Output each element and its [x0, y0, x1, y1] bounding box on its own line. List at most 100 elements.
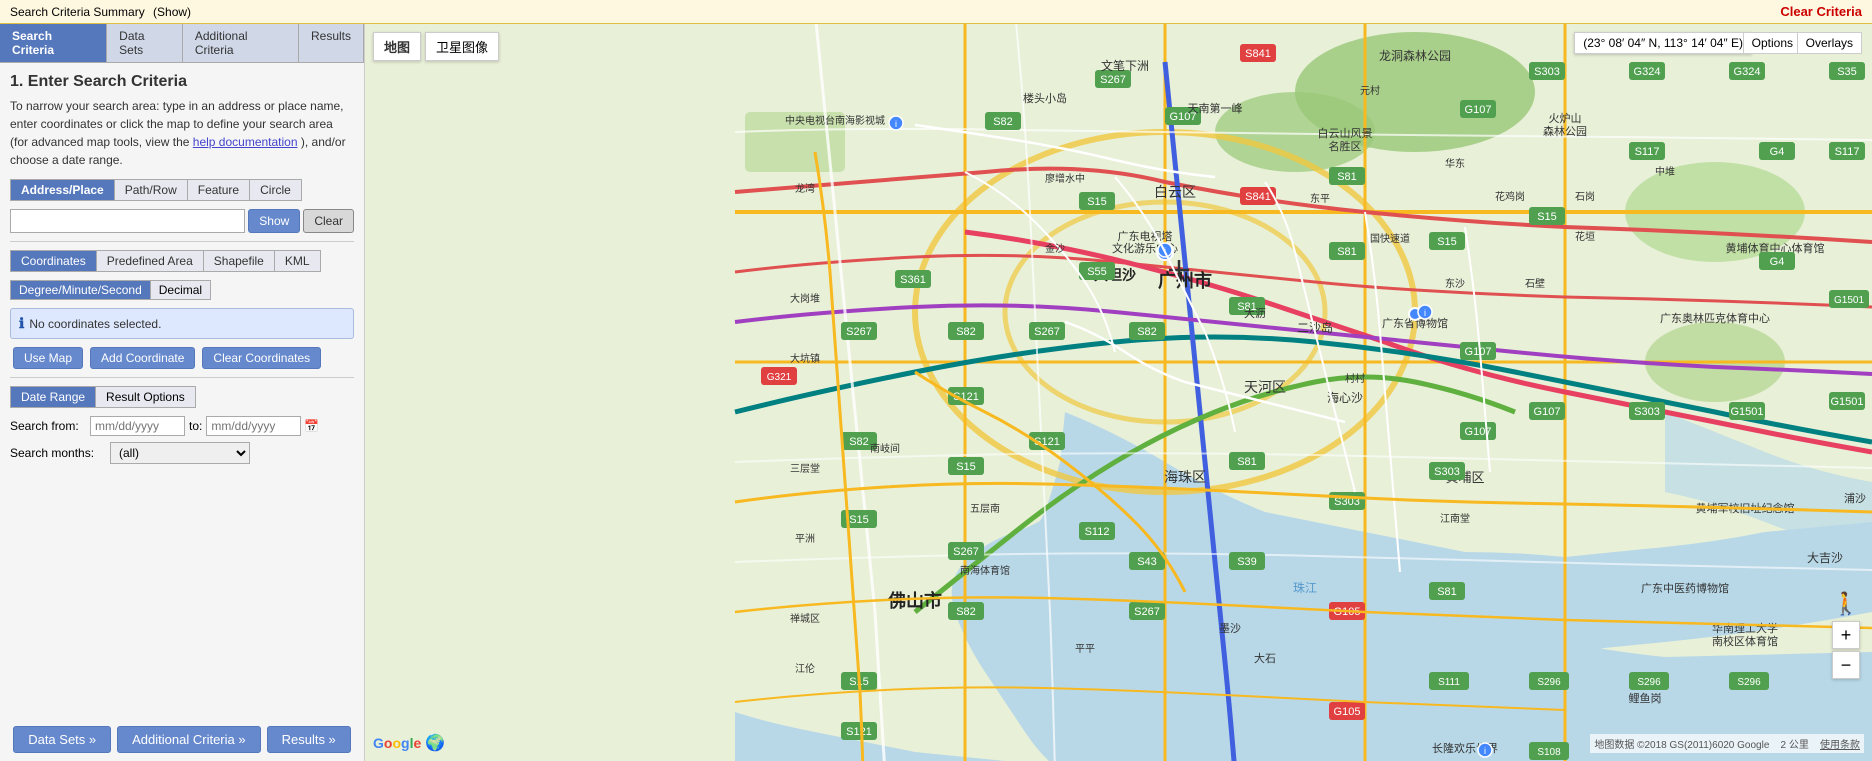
search-months-row: Search months: (all) January February Ma… [10, 442, 354, 464]
svg-text:森林公园: 森林公园 [1543, 124, 1587, 138]
tab-kml[interactable]: KML [274, 250, 321, 272]
svg-text:G321: G321 [767, 372, 792, 383]
no-coords-box: ℹ No coordinates selected. [10, 308, 354, 339]
date-to-input[interactable] [206, 416, 301, 436]
date-from-input[interactable] [90, 416, 185, 436]
map-type-map-btn[interactable]: 地图 [373, 32, 421, 61]
map-options-btn[interactable]: Options [1743, 32, 1802, 54]
svg-text:S15: S15 [1537, 211, 1557, 223]
svg-text:名胜区: 名胜区 [1329, 139, 1362, 153]
add-coordinate-button[interactable]: Add Coordinate [90, 347, 195, 369]
coord-tabs: Coordinates Predefined Area Shapefile KM… [10, 250, 354, 272]
main-layout: Search Criteria Data Sets Additional Cri… [0, 24, 1872, 761]
tab-additional-criteria[interactable]: Additional Criteria [183, 24, 299, 62]
search-months-select[interactable]: (all) January February March April May J… [110, 442, 250, 464]
svg-text:花垣: 花垣 [1575, 230, 1595, 243]
svg-text:文笔下洲: 文笔下洲 [1101, 58, 1149, 73]
tab-result-options[interactable]: Result Options [95, 386, 196, 408]
summary-show-link[interactable]: (Show) [153, 5, 191, 19]
svg-text:G107: G107 [1534, 406, 1561, 418]
svg-text:墨沙: 墨沙 [1219, 622, 1241, 635]
svg-text:S43: S43 [1137, 556, 1157, 568]
tab-degree-minute-second[interactable]: Degree/Minute/Second [10, 280, 150, 300]
use-terms-link[interactable]: 使用条款 [1820, 740, 1860, 751]
svg-text:G1501: G1501 [1730, 406, 1763, 418]
bottom-nav: Data Sets » Additional Criteria » Result… [0, 718, 364, 761]
tab-feature[interactable]: Feature [187, 179, 249, 201]
calendar-icon[interactable]: 📅 [304, 419, 319, 433]
svg-text:S15: S15 [849, 514, 869, 526]
svg-text:南校区体育馆: 南校区体育馆 [1712, 634, 1778, 648]
svg-text:S108: S108 [1537, 747, 1561, 758]
svg-text:S112: S112 [1085, 526, 1110, 538]
left-panel: Search Criteria Data Sets Additional Cri… [0, 24, 365, 761]
clear-criteria-btn[interactable]: Clear Criteria [1780, 4, 1862, 19]
search-from-label: Search from: [10, 419, 90, 433]
tab-address-place[interactable]: Address/Place [10, 179, 114, 201]
svg-text:G107: G107 [1465, 346, 1492, 358]
svg-text:广东奥林匹克体育中心: 广东奥林匹克体育中心 [1660, 311, 1770, 325]
address-input[interactable] [10, 209, 245, 233]
svg-text:广州市: 广州市 [1158, 270, 1212, 291]
tab-shapefile[interactable]: Shapefile [203, 250, 274, 272]
svg-text:S15: S15 [1087, 196, 1107, 208]
svg-text:G4: G4 [1770, 146, 1785, 158]
divider-1 [10, 241, 354, 242]
svg-text:S296: S296 [1637, 677, 1661, 688]
svg-text:S117: S117 [1635, 146, 1660, 158]
additional-criteria-nav-btn[interactable]: Additional Criteria » [117, 726, 260, 753]
svg-text:i: i [895, 119, 897, 129]
date-section: Date Range Result Options Search from: t… [10, 386, 354, 464]
svg-text:南海体育馆: 南海体育馆 [960, 564, 1010, 577]
address-input-row: Show Clear [10, 209, 354, 233]
help-link[interactable]: help documentation [193, 135, 298, 149]
zoom-out-btn[interactable]: − [1832, 651, 1860, 679]
map-area[interactable]: S841 S841 S361 S82 S267 G107 G107 G107 G… [365, 24, 1872, 761]
tab-coordinates[interactable]: Coordinates [10, 250, 96, 272]
top-tabs: Search Criteria Data Sets Additional Cri… [0, 24, 364, 63]
tab-search-criteria[interactable]: Search Criteria [0, 24, 107, 62]
svg-text:S121: S121 [846, 726, 872, 738]
svg-text:楼头小岛: 楼头小岛 [1023, 91, 1067, 105]
map-type-controls: 地图 卫星图像 [373, 32, 499, 61]
svg-text:S82: S82 [1137, 326, 1157, 338]
map-attribution: 地图数据 ©2018 GS(2011)6020 Google 2 公里 使用条款 [1590, 734, 1864, 753]
svg-text:S81: S81 [1437, 586, 1457, 598]
show-button[interactable]: Show [248, 209, 300, 233]
map-type-satellite-btn[interactable]: 卫星图像 [425, 32, 499, 61]
results-nav-btn[interactable]: Results » [267, 726, 351, 753]
tab-results[interactable]: Results [299, 24, 364, 62]
tab-data-sets[interactable]: Data Sets [107, 24, 183, 62]
svg-text:广东电视塔: 广东电视塔 [1118, 229, 1173, 243]
svg-text:i: i [1484, 746, 1486, 756]
svg-text:浦沙: 浦沙 [1844, 492, 1866, 505]
clear-coordinates-button[interactable]: Clear Coordinates [202, 347, 321, 369]
map-overlays-btn[interactable]: Overlays [1797, 32, 1862, 54]
street-view-icon[interactable]: 🚶 [1832, 591, 1860, 617]
tab-predefined-area[interactable]: Predefined Area [96, 250, 203, 272]
svg-text:S841: S841 [1245, 48, 1271, 60]
svg-text:华东: 华东 [1445, 157, 1465, 170]
svg-text:S15: S15 [956, 461, 976, 473]
tab-path-row[interactable]: Path/Row [114, 179, 187, 201]
clear-address-button[interactable]: Clear [303, 209, 354, 233]
svg-text:S303: S303 [1534, 66, 1560, 78]
svg-text:龙洞森林公园: 龙洞森林公园 [1379, 48, 1451, 63]
svg-text:S15: S15 [1437, 236, 1457, 248]
tab-decimal[interactable]: Decimal [150, 280, 211, 300]
panel-content: 1. Enter Search Criteria To narrow your … [0, 63, 364, 718]
map-coords-display: (23° 08′ 04″ N, 113° 14′ 04″ E) [1574, 32, 1752, 54]
svg-text:S296: S296 [1537, 677, 1561, 688]
svg-text:S82: S82 [993, 116, 1013, 128]
use-map-button[interactable]: Use Map [13, 347, 83, 369]
zoom-in-btn[interactable]: + [1832, 621, 1860, 649]
tab-date-range[interactable]: Date Range [10, 386, 95, 408]
tab-circle[interactable]: Circle [249, 179, 302, 201]
google-o2: o [392, 735, 401, 751]
svg-text:禅城区: 禅城区 [790, 612, 820, 625]
svg-text:G4: G4 [1770, 256, 1785, 268]
data-sets-nav-btn[interactable]: Data Sets » [13, 726, 111, 753]
svg-text:村村: 村村 [1345, 372, 1365, 385]
svg-text:中堆: 中堆 [1655, 165, 1675, 178]
date-tabs: Date Range Result Options [10, 386, 354, 408]
